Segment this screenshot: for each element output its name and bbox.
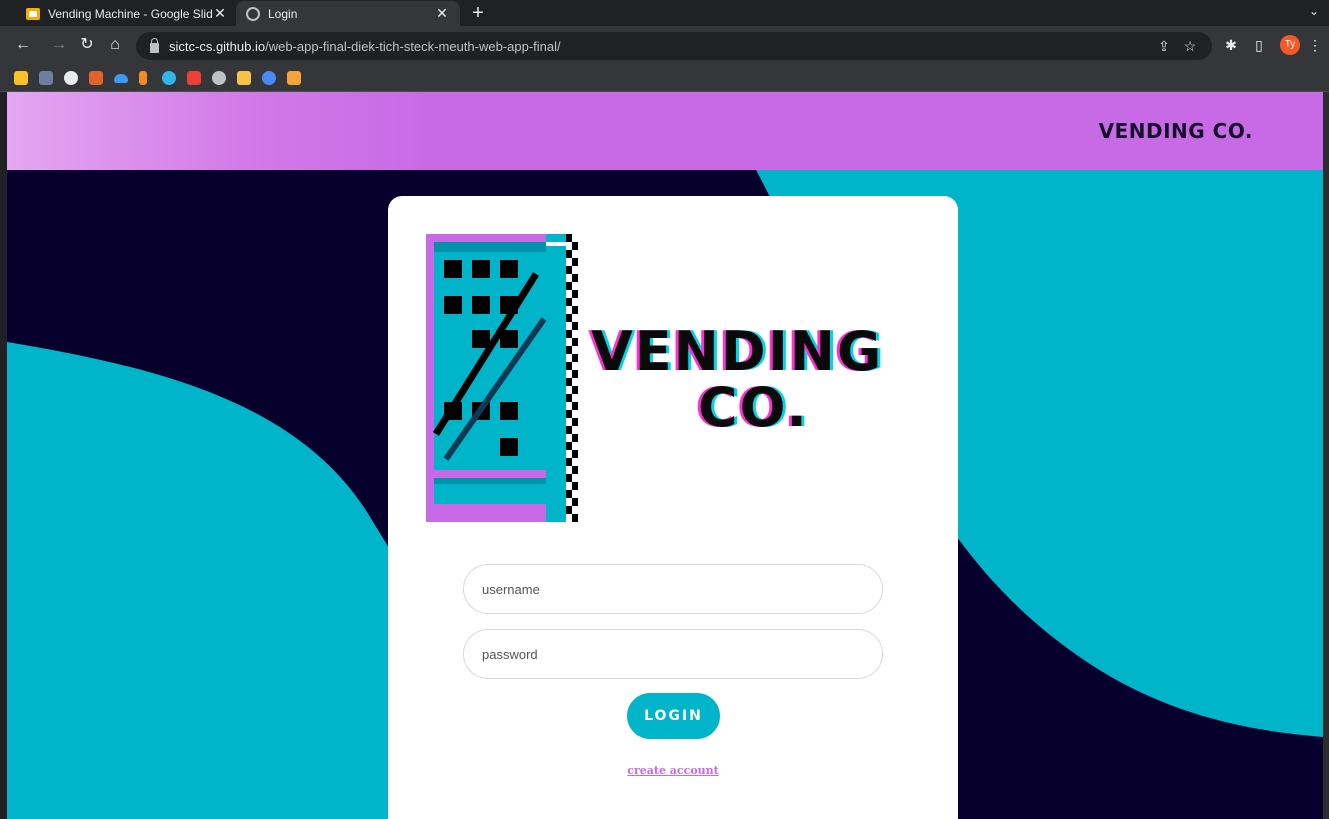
- vending-machine-logo-icon: [426, 234, 578, 522]
- globe-icon: [246, 6, 260, 21]
- home-icon[interactable]: ⌂: [104, 34, 126, 56]
- tab-strip: Vending Machine - Google Slid ✕ Login ✕ …: [0, 0, 1329, 26]
- logo-word-co: CO.: [698, 376, 809, 439]
- canva-icon[interactable]: [162, 71, 176, 85]
- side-panel-icon[interactable]: ▯: [1250, 34, 1268, 56]
- bookmark-icon[interactable]: [237, 71, 251, 85]
- site-brand[interactable]: VENDING CO.: [1099, 119, 1253, 143]
- back-arrow-icon[interactable]: ←: [12, 34, 34, 56]
- bookmark-icon[interactable]: [139, 71, 147, 85]
- bookmark-icon[interactable]: [14, 71, 28, 85]
- bookmark-icon[interactable]: [187, 71, 201, 85]
- site-header: VENDING CO.: [7, 92, 1323, 170]
- url-path: /web-app-final-diek-tich-steck-meuth-web…: [265, 38, 561, 54]
- profile-avatar[interactable]: Ty: [1280, 35, 1300, 55]
- close-icon[interactable]: ✕: [212, 5, 228, 22]
- lock-icon: [150, 37, 159, 53]
- bookmark-icon[interactable]: [39, 71, 53, 85]
- create-account-link[interactable]: create account: [388, 764, 958, 777]
- new-tab-plus-icon[interactable]: +: [468, 2, 488, 25]
- extensions-puzzle-icon[interactable]: ✱: [1222, 34, 1240, 56]
- bookmark-icon[interactable]: [262, 71, 276, 85]
- login-card: VENDING CO. LOGIN create account: [388, 196, 958, 819]
- gitlab-icon[interactable]: [89, 71, 103, 85]
- scrollbar-track[interactable]: [1323, 92, 1329, 819]
- url-host: sictc-cs.github.io: [169, 38, 266, 54]
- forward-arrow-icon[interactable]: →: [48, 34, 70, 56]
- username-input[interactable]: [463, 564, 883, 614]
- google-slides-icon: [26, 7, 40, 20]
- tab-label: Vending Machine - Google Slid: [48, 6, 212, 21]
- address-bar[interactable]: sictc-cs.github.io/web-app-final-diek-ti…: [136, 32, 1212, 60]
- bookmark-icon[interactable]: [287, 71, 301, 85]
- login-button[interactable]: LOGIN: [627, 693, 720, 739]
- chevron-down-icon[interactable]: ⌄: [1309, 4, 1319, 18]
- share-icon[interactable]: ⇪: [1156, 38, 1172, 54]
- page-viewport: VENDING CO. VENDING CO. username LOGIN c…: [7, 92, 1323, 819]
- browser-toolbar: ← → ↻ ⌂ sictc-cs.github.io/web-app-final…: [0, 26, 1329, 66]
- onedrive-cloud-icon[interactable]: [114, 74, 128, 83]
- kebab-menu-icon[interactable]: ⋮: [1308, 34, 1322, 56]
- window-edge: [0, 92, 7, 819]
- bookmarks-bar: [0, 66, 1329, 92]
- password-input[interactable]: [463, 629, 883, 679]
- logo-word-vending: VENDING: [591, 320, 884, 383]
- tab-login[interactable]: Login ✕: [236, 1, 460, 26]
- github-icon[interactable]: [64, 71, 78, 85]
- tab-label: Login: [268, 6, 298, 21]
- globe-icon[interactable]: [212, 71, 226, 85]
- close-icon[interactable]: ✕: [434, 5, 450, 22]
- tab-vending-slides[interactable]: Vending Machine - Google Slid ✕: [16, 1, 238, 26]
- star-icon[interactable]: ☆: [1182, 38, 1198, 54]
- reload-icon[interactable]: ↻: [76, 34, 98, 56]
